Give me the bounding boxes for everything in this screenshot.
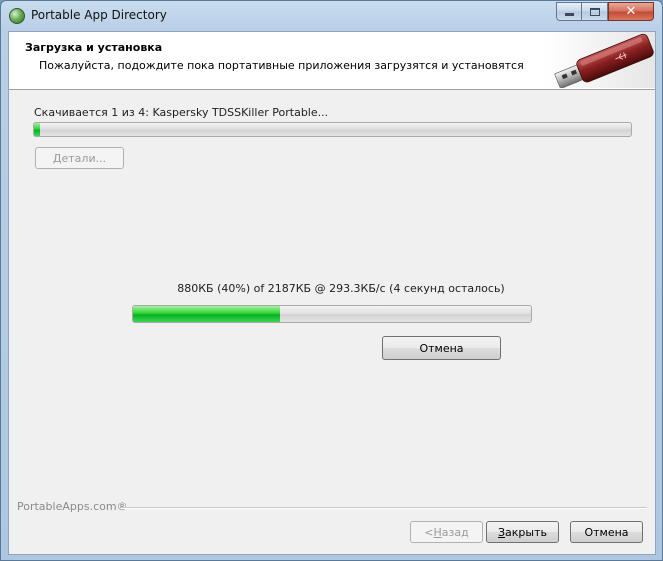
back-label-accel: Н xyxy=(433,525,442,539)
file-progress-bar xyxy=(132,305,532,323)
back-label-rest: азад xyxy=(441,525,469,539)
wizard-header: Загрузка и установка Пожалуйста, подожди… xyxy=(9,32,655,90)
portableapps-icon xyxy=(9,8,25,24)
cancel-download-button[interactable]: Отмена xyxy=(382,336,501,360)
page-subtitle: Пожалуйста, подождите пока портативные п… xyxy=(39,59,524,72)
wizard-client: Загрузка и установка Пожалуйста, подожди… xyxy=(8,31,656,555)
maximize-icon xyxy=(589,7,600,16)
download-status: Скачивается 1 из 4: Kaspersky TDSSKiller… xyxy=(34,106,329,119)
brand-label: PortableApps.com® xyxy=(17,500,128,513)
title-bar[interactable]: Portable App Directory ✕ xyxy=(1,1,662,31)
maximize-button[interactable] xyxy=(582,2,608,21)
transfer-status: 880КБ (40%) of 2187КБ @ 293.3КБ/с (4 сек… xyxy=(177,282,505,295)
file-progress-fill xyxy=(133,306,281,322)
window-title: Portable App Directory xyxy=(31,8,167,22)
close-button[interactable]: Закрыть xyxy=(486,521,559,543)
close-label-accel: З xyxy=(497,525,506,539)
close-icon: ✕ xyxy=(625,4,637,19)
details-button[interactable]: Детали... xyxy=(35,147,124,169)
minimize-icon xyxy=(564,13,574,16)
close-window-button[interactable]: ✕ xyxy=(608,2,654,21)
cancel-button[interactable]: Отмена xyxy=(570,521,643,543)
back-label-prefix: < xyxy=(424,525,434,539)
close-label-rest: акрыть xyxy=(505,525,547,539)
footer-divider xyxy=(121,507,647,509)
app-window: Portable App Directory ✕ Загрузка и уста… xyxy=(0,0,663,561)
minimize-button[interactable] xyxy=(556,2,582,21)
overall-progress-bar xyxy=(33,122,632,137)
page-title: Загрузка и установка xyxy=(25,41,163,54)
usb-drive-icon xyxy=(545,32,655,88)
back-button[interactable]: < Назад xyxy=(410,521,483,543)
overall-progress-fill xyxy=(34,123,40,136)
